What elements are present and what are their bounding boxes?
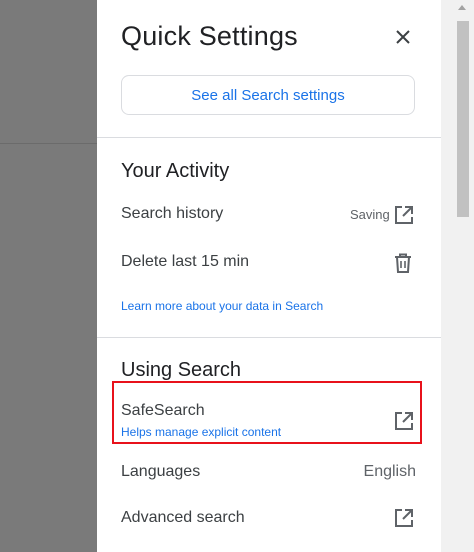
trash-icon [395, 253, 411, 273]
scrollbar-thumb[interactable] [457, 21, 469, 217]
see-all-settings-button[interactable]: See all Search settings [121, 75, 415, 115]
search-history-label: Search history [121, 205, 224, 222]
using-search-heading: Using Search [121, 359, 242, 381]
close-button[interactable] [391, 25, 415, 49]
search-history-open-button[interactable] [393, 204, 415, 226]
scroll-up-arrow-icon[interactable] [458, 5, 466, 10]
open-in-new-icon [395, 509, 413, 527]
quick-settings-panel: Quick Settings See all Search settings Y… [97, 0, 441, 552]
languages-value: English [363, 463, 416, 480]
close-icon [396, 30, 410, 44]
scrollbar[interactable] [441, 0, 474, 552]
open-in-new-icon [395, 206, 413, 224]
divider [97, 337, 441, 338]
panel-title: Quick Settings [121, 21, 298, 51]
learn-more-data-link[interactable]: Learn more about your data in Search [121, 299, 323, 313]
safesearch-highlight [112, 381, 422, 444]
advanced-search-label: Advanced search [121, 509, 245, 526]
languages-label: Languages [121, 463, 201, 480]
advanced-search-open-button[interactable] [393, 507, 415, 529]
divider [97, 137, 441, 138]
backdrop-divider [0, 143, 97, 144]
page-backdrop[interactable] [0, 0, 97, 552]
delete-last-15-min-label: Delete last 15 min [121, 253, 250, 270]
your-activity-heading: Your Activity [121, 160, 230, 182]
search-history-status: Saving [350, 207, 390, 222]
delete-button[interactable] [392, 252, 414, 274]
